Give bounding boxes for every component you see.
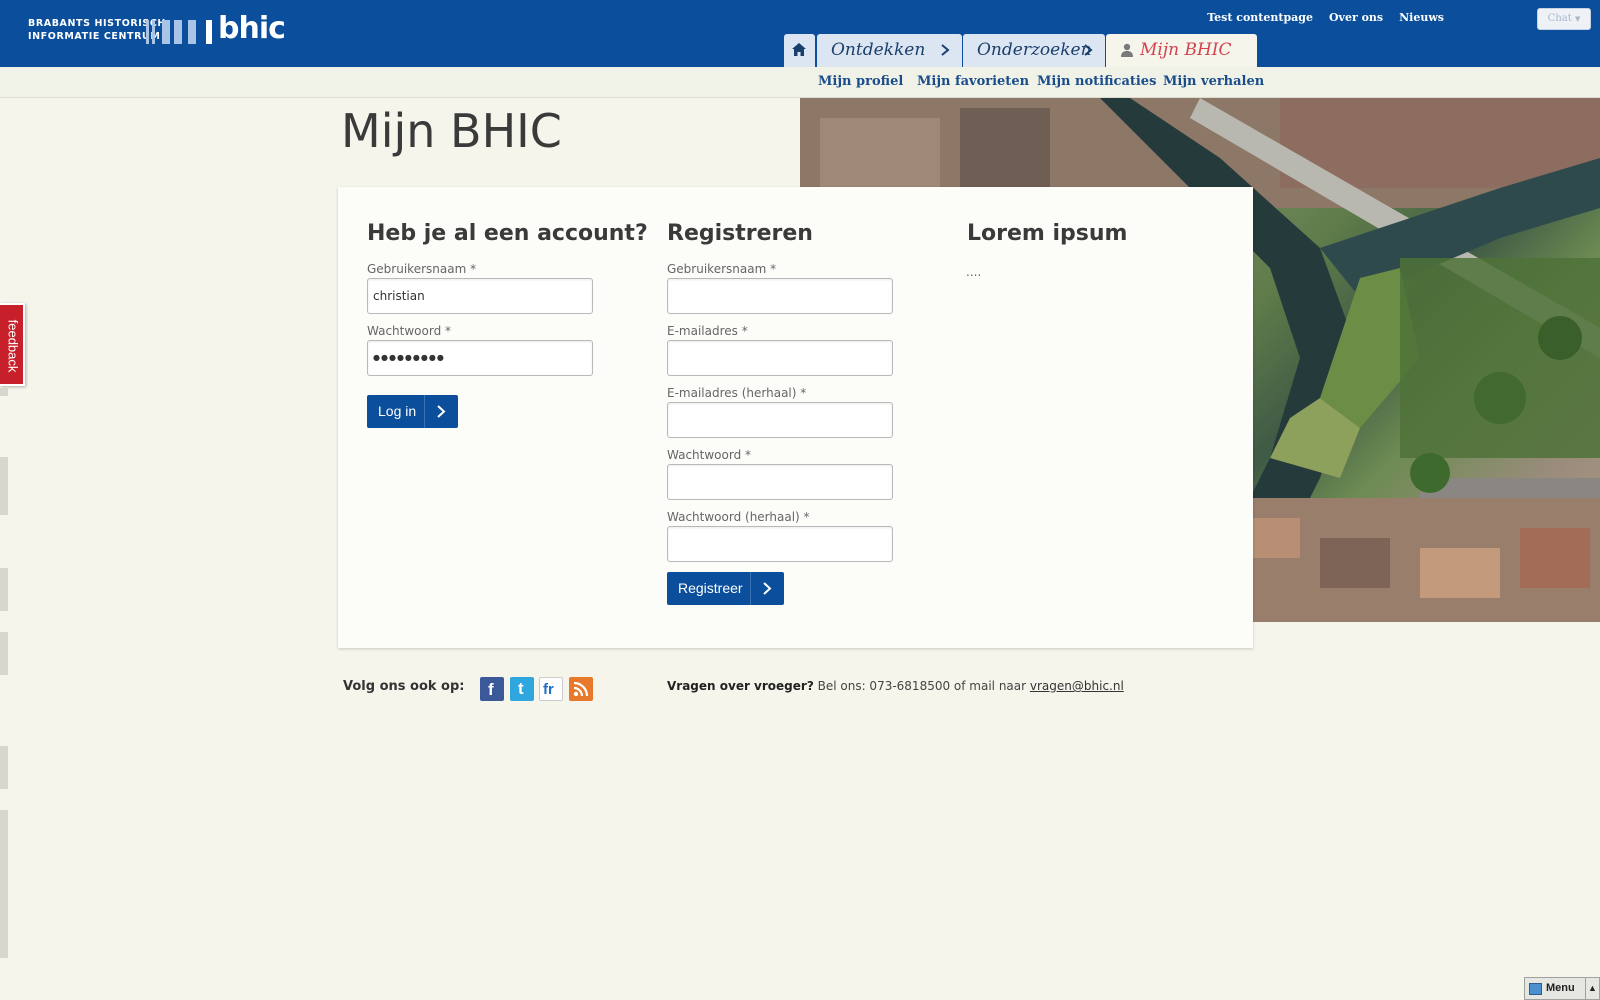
- contact-info: Vragen over vroeger? Bel ons: 073-681850…: [667, 679, 1124, 693]
- twitter-icon[interactable]: t: [510, 677, 534, 701]
- contact-heading: Vragen over vroeger?: [667, 679, 814, 693]
- tab-mijn-bhic[interactable]: Mijn BHIC: [1106, 34, 1257, 67]
- menu-icon: [1529, 983, 1542, 995]
- logo-wordmark[interactable]: bhic: [218, 11, 286, 46]
- follow-label: Volg ons ook op:: [343, 679, 465, 694]
- facebook-glyph: f: [488, 680, 494, 699]
- subnav-mijn-notificaties[interactable]: Mijn notificaties: [1037, 74, 1156, 89]
- subnav-mijn-profiel[interactable]: Mijn profiel: [818, 74, 903, 89]
- register-username-input[interactable]: [667, 278, 893, 314]
- flickr-glyph: fr: [543, 681, 554, 698]
- contact-text: Bel ons: 073-6818500 of mail naar: [813, 679, 1030, 693]
- feedback-tab[interactable]: feedback: [0, 303, 25, 386]
- top-links: Test contentpage Over ons Nieuws: [1207, 11, 1444, 24]
- contact-email-link[interactable]: vragen@bhic.nl: [1030, 679, 1124, 693]
- subnav-mijn-favorieten[interactable]: Mijn favorieten: [917, 74, 1029, 89]
- tab-ontdekken[interactable]: Ontdekken: [817, 34, 962, 67]
- login-password-label: Wachtwoord *: [367, 324, 452, 338]
- menu-widget[interactable]: Menu ▲: [1524, 977, 1600, 1000]
- login-username-input[interactable]: [367, 278, 593, 314]
- top-bar: BRABANTS HISTORISCH INFORMATIE CENTRUM b…: [0, 0, 1600, 67]
- left-edge-marker: [0, 457, 8, 515]
- register-password-label: Wachtwoord *: [667, 448, 752, 462]
- register-title: Registreren: [667, 221, 813, 246]
- register-email-repeat-input[interactable]: [667, 402, 893, 438]
- rss-glyph: [573, 681, 589, 697]
- register-email-label: E-mailadres *: [667, 324, 748, 338]
- chevron-right-icon: [437, 405, 446, 418]
- login-title: Heb je al een account?: [367, 221, 648, 246]
- register-password-input[interactable]: [667, 464, 893, 500]
- register-button-label: Registreer: [678, 580, 743, 596]
- tab-home[interactable]: [784, 34, 815, 67]
- top-link-test-contentpage[interactable]: Test contentpage: [1207, 11, 1313, 24]
- flickr-icon[interactable]: fr: [539, 677, 563, 701]
- left-edge-marker: [0, 568, 8, 611]
- left-edge-marker: [0, 632, 8, 675]
- login-password-input[interactable]: ●●●●●●●●●: [367, 340, 593, 376]
- register-email-input[interactable]: [667, 340, 893, 376]
- home-icon: [792, 43, 806, 56]
- tab-onderzoeken[interactable]: Onderzoeken: [963, 34, 1105, 67]
- page-title: Mijn BHIC: [341, 104, 562, 158]
- top-link-nieuws[interactable]: Nieuws: [1399, 11, 1444, 24]
- lorem-title: Lorem ipsum: [967, 221, 1128, 246]
- login-username-label: Gebruikersnaam *: [367, 262, 477, 276]
- register-email-repeat-label: E-mailadres (herhaal) *: [667, 386, 807, 400]
- register-password-repeat-input[interactable]: [667, 526, 893, 562]
- menu-label: Menu: [1546, 982, 1575, 994]
- register-button[interactable]: Registreer: [667, 572, 784, 605]
- tab-label: Onderzoeken: [977, 40, 1092, 60]
- chevron-up-icon[interactable]: ▲: [1585, 978, 1599, 999]
- facebook-icon[interactable]: f: [480, 677, 504, 701]
- left-edge-marker: [0, 746, 8, 789]
- login-button-label: Log in: [378, 403, 417, 419]
- chevron-right-icon: [763, 582, 772, 595]
- feedback-label: feedback: [5, 319, 21, 373]
- chevron-right-icon: [1084, 44, 1093, 56]
- register-username-label: Gebruikersnaam *: [667, 262, 777, 276]
- user-icon: [1121, 43, 1133, 57]
- chat-label: Chat: [1547, 13, 1572, 24]
- tab-label: Mijn BHIC: [1140, 40, 1232, 60]
- left-edge-marker: [0, 388, 8, 396]
- subnav-mijn-verhalen[interactable]: Mijn verhalen: [1163, 74, 1264, 89]
- left-edge-marker: [0, 810, 8, 958]
- tab-label: Ontdekken: [831, 40, 926, 60]
- chevron-right-icon: [941, 44, 950, 56]
- login-button[interactable]: Log in: [367, 395, 458, 428]
- button-separator: [750, 572, 751, 605]
- top-link-over-ons[interactable]: Over ons: [1329, 11, 1383, 24]
- twitter-glyph: t: [518, 679, 524, 698]
- rss-icon[interactable]: [569, 677, 593, 701]
- register-password-repeat-label: Wachtwoord (herhaal) *: [667, 510, 810, 524]
- chevron-down-icon: ▼: [1574, 15, 1581, 23]
- sub-navigation: Mijn profiel Mijn favorieten Mijn notifi…: [0, 67, 1600, 98]
- lorem-body: ....: [966, 265, 982, 279]
- chat-button[interactable]: Chat ▼: [1537, 8, 1591, 30]
- button-separator: [424, 395, 425, 428]
